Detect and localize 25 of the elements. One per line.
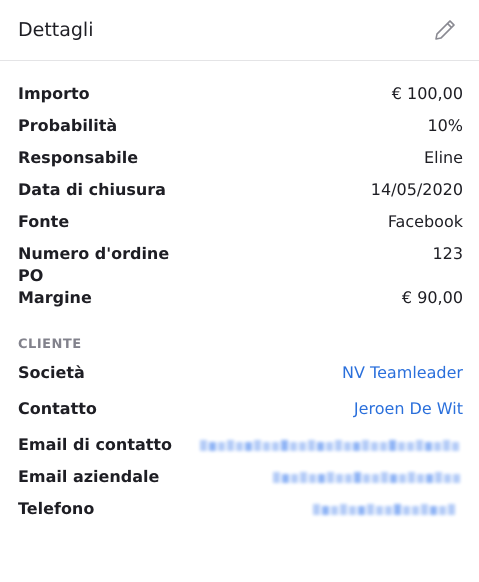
field-label: Email di contatto [18, 434, 174, 456]
field-value: 14/05/2020 [370, 179, 463, 201]
field-label: Numero d'ordine PO [18, 243, 170, 287]
field-label: Telefono [18, 498, 96, 520]
field-label: Importo [18, 83, 91, 105]
field-label: Responsabile [18, 147, 140, 169]
edit-button[interactable] [433, 18, 457, 42]
field-value: Facebook [388, 211, 463, 233]
field-value: € 90,00 [402, 287, 463, 309]
panel-title: Dettagli [18, 19, 94, 41]
field-value: 10% [427, 115, 463, 137]
field-label: Fonte [18, 211, 70, 233]
section-heading: CLIENTE [18, 337, 83, 352]
field-value: € 100,00 [392, 83, 463, 105]
field-label: Margine [18, 287, 93, 309]
field-label: Email aziendale [18, 466, 160, 488]
field-value: Eline [424, 147, 463, 169]
field-label: Probabilità [18, 115, 118, 137]
field-label: Contatto [18, 398, 98, 420]
field-link[interactable]: Jeroen De Wit [354, 398, 463, 420]
pencil-icon [433, 18, 457, 42]
field-label: Società [18, 362, 86, 384]
field-value: 123 [432, 243, 463, 265]
field-link[interactable]: NV Teamleader [342, 362, 463, 384]
field-label: Data di chiusura [18, 179, 167, 201]
